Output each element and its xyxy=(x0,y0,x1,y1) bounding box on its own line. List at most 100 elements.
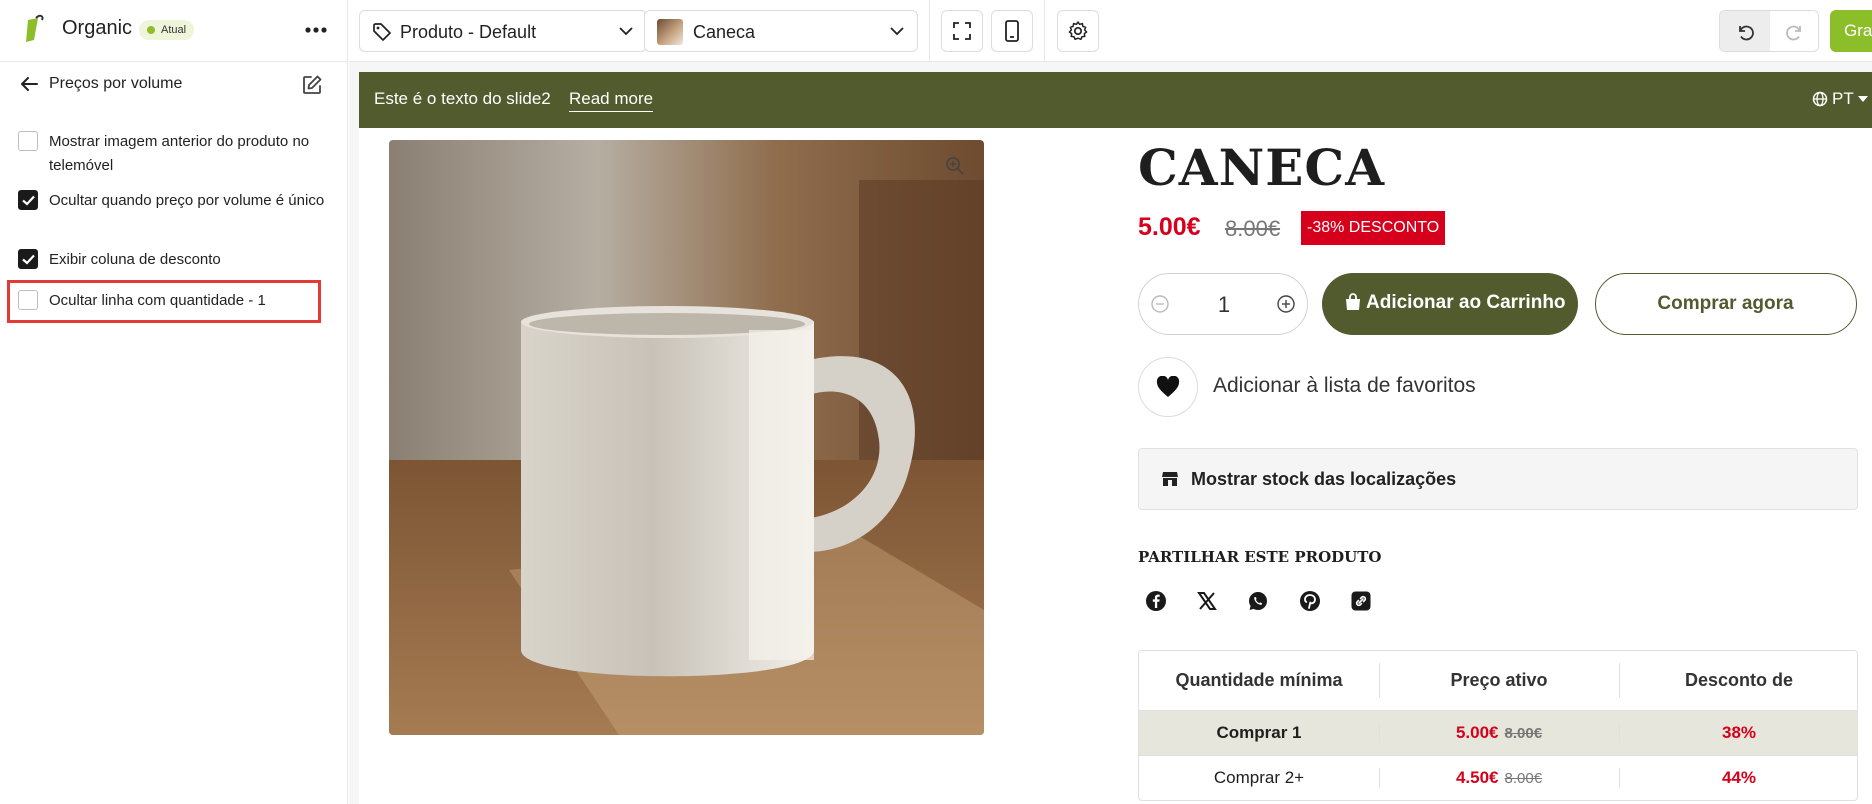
fullscreen-button[interactable] xyxy=(941,10,983,52)
edit-icon[interactable] xyxy=(300,73,324,97)
product-price: 5.00€ xyxy=(1138,213,1201,241)
wishlist-label[interactable]: Adicionar à lista de favoritos xyxy=(1213,374,1476,398)
discount-cell: 44% xyxy=(1721,768,1757,787)
tag-icon xyxy=(373,23,391,41)
template-dropdown[interactable]: Produto - Default xyxy=(359,10,647,52)
quantity-cell: Comprar 1 xyxy=(1216,723,1302,742)
facebook-icon[interactable] xyxy=(1141,586,1171,616)
table-row[interactable]: Comprar 1 5.00€ 8.00€ 38% xyxy=(1139,710,1857,755)
quantity-cell: Comprar 2+ xyxy=(1213,768,1305,787)
plus-icon[interactable] xyxy=(1276,294,1296,314)
pinterest-icon[interactable] xyxy=(1295,586,1325,616)
announcement-bar: Este é o texto do slide2 Read more PT xyxy=(359,72,1872,128)
whatsapp-icon[interactable] xyxy=(1243,586,1273,616)
status-badge-label: Atual xyxy=(161,24,187,36)
redo-icon xyxy=(1786,25,1801,41)
option-hide-single-volume-price[interactable]: Ocultar quando preço por volume é único xyxy=(18,189,338,237)
checkmark-icon xyxy=(22,195,35,206)
volume-pricing-table: Quantidade mínima Preço ativo Desconto d… xyxy=(1138,650,1858,801)
product-dropdown[interactable]: Caneca xyxy=(644,10,918,52)
buy-now-button[interactable]: Comprar agora xyxy=(1595,273,1857,335)
product-compare-price: 8.00€ xyxy=(1225,216,1281,241)
zoom-icon[interactable] xyxy=(945,156,965,176)
settings-sidebar: Organic Atual Preços por volume Mostrar … xyxy=(0,0,348,804)
status-dot xyxy=(147,26,155,34)
stock-locations-toggle[interactable]: Mostrar stock das localizações xyxy=(1138,448,1858,510)
chevron-down-icon xyxy=(619,27,633,36)
checkbox-show-previous-image[interactable] xyxy=(18,131,38,151)
leaf-logo xyxy=(26,14,44,42)
store-preview: Este é o texto do slide2 Read more PT CA… xyxy=(349,62,1872,804)
mobile-icon xyxy=(1005,20,1019,42)
option-show-discount-column[interactable]: Exibir coluna de desconto xyxy=(18,248,338,272)
undo-icon xyxy=(1739,25,1754,41)
product-thumbnail xyxy=(657,19,683,45)
option-label: Ocultar quando preço por volume é único xyxy=(49,192,325,209)
stock-locations-label: Mostrar stock das localizações xyxy=(1191,469,1457,489)
language-selector[interactable]: PT xyxy=(1812,89,1868,109)
discount-cell: 38% xyxy=(1721,723,1757,742)
column-header: Desconto de xyxy=(1684,670,1794,690)
arrow-left-icon[interactable] xyxy=(18,73,40,95)
buy-now-label: Comprar agora xyxy=(1657,293,1794,314)
original-price: 8.00€ xyxy=(1504,769,1543,787)
announcement-text: Este é o texto do slide2 xyxy=(374,89,551,108)
table-row[interactable]: Comprar 2+ 4.50€ 8.00€ 44% xyxy=(1139,755,1857,800)
save-button[interactable]: Gravar xyxy=(1830,10,1872,52)
language-label: PT xyxy=(1832,89,1854,108)
settings-button[interactable] xyxy=(1057,10,1099,52)
x-icon[interactable] xyxy=(1192,586,1222,616)
active-price: 5.00€ xyxy=(1455,723,1499,742)
heart-icon xyxy=(1156,376,1180,397)
more-options-button[interactable] xyxy=(300,14,332,46)
caret-down-icon xyxy=(1857,96,1868,102)
toolbar-divider xyxy=(929,0,930,62)
status-badge: Atual xyxy=(139,20,195,40)
history-controls xyxy=(1719,10,1819,52)
column-divider xyxy=(1379,663,1380,698)
column-header: Preço ativo xyxy=(1450,670,1548,690)
option-hide-quantity-one-row[interactable]: Ocultar linha com quantidade - 1 xyxy=(18,289,338,313)
option-label: Ocultar linha com quantidade - 1 xyxy=(49,292,266,309)
undo-button[interactable] xyxy=(1720,11,1770,51)
discount-badge: -38% DESCONTO xyxy=(1301,211,1446,245)
option-label: Exibir coluna de desconto xyxy=(49,251,221,268)
checkbox-hide-single-volume-price[interactable] xyxy=(18,190,38,210)
add-to-cart-label: Adicionar ao Carrinho xyxy=(1366,292,1566,313)
checkbox-show-discount-column[interactable] xyxy=(18,249,38,269)
price-cell: 5.00€ 8.00€ xyxy=(1379,711,1619,755)
wishlist-button[interactable] xyxy=(1138,357,1198,417)
option-show-previous-image[interactable]: Mostrar imagem anterior do produto no te… xyxy=(18,130,338,178)
store-icon xyxy=(1162,472,1178,486)
section-title: Preços por volume xyxy=(49,75,183,92)
column-divider xyxy=(1379,768,1380,788)
redo-button[interactable] xyxy=(1770,11,1818,51)
globe-icon xyxy=(1812,91,1828,107)
add-to-cart-button[interactable]: Adicionar ao Carrinho xyxy=(1322,273,1578,335)
template-dropdown-label: Produto - Default xyxy=(400,22,537,42)
toolbar-divider xyxy=(1044,0,1045,62)
editor-toolbar: Produto - Default Caneca Gra xyxy=(349,0,1872,62)
preview-frame: Este é o texto do slide2 Read more PT CA… xyxy=(359,72,1872,804)
product-title: CANECA xyxy=(1138,138,1385,197)
share-title: PARTILHAR ESTE PRODUTO xyxy=(1138,548,1382,566)
product-image[interactable] xyxy=(389,140,984,735)
checkbox-hide-quantity-one-row[interactable] xyxy=(18,290,38,310)
product-dropdown-label: Caneca xyxy=(693,22,756,42)
table-header-row: Quantidade mínima Preço ativo Desconto d… xyxy=(1139,651,1857,710)
theme-name: Organic xyxy=(62,17,133,39)
column-divider xyxy=(1619,723,1620,743)
announcement-link[interactable]: Read more xyxy=(569,89,654,112)
copy-link-icon[interactable] xyxy=(1346,586,1376,616)
gear-icon xyxy=(1068,21,1088,41)
column-divider xyxy=(1619,663,1620,698)
sidebar-header: Organic Atual xyxy=(0,0,348,62)
active-price: 4.50€ xyxy=(1455,768,1499,787)
column-divider xyxy=(1619,768,1620,788)
original-price: 8.00€ xyxy=(1504,724,1543,742)
fullscreen-icon xyxy=(953,22,971,40)
mobile-preview-button[interactable] xyxy=(991,10,1033,52)
price-cell: 4.50€ 8.00€ xyxy=(1379,756,1619,800)
option-label: Mostrar imagem anterior do produto no te… xyxy=(49,133,310,174)
more-dots-icon xyxy=(305,27,327,33)
